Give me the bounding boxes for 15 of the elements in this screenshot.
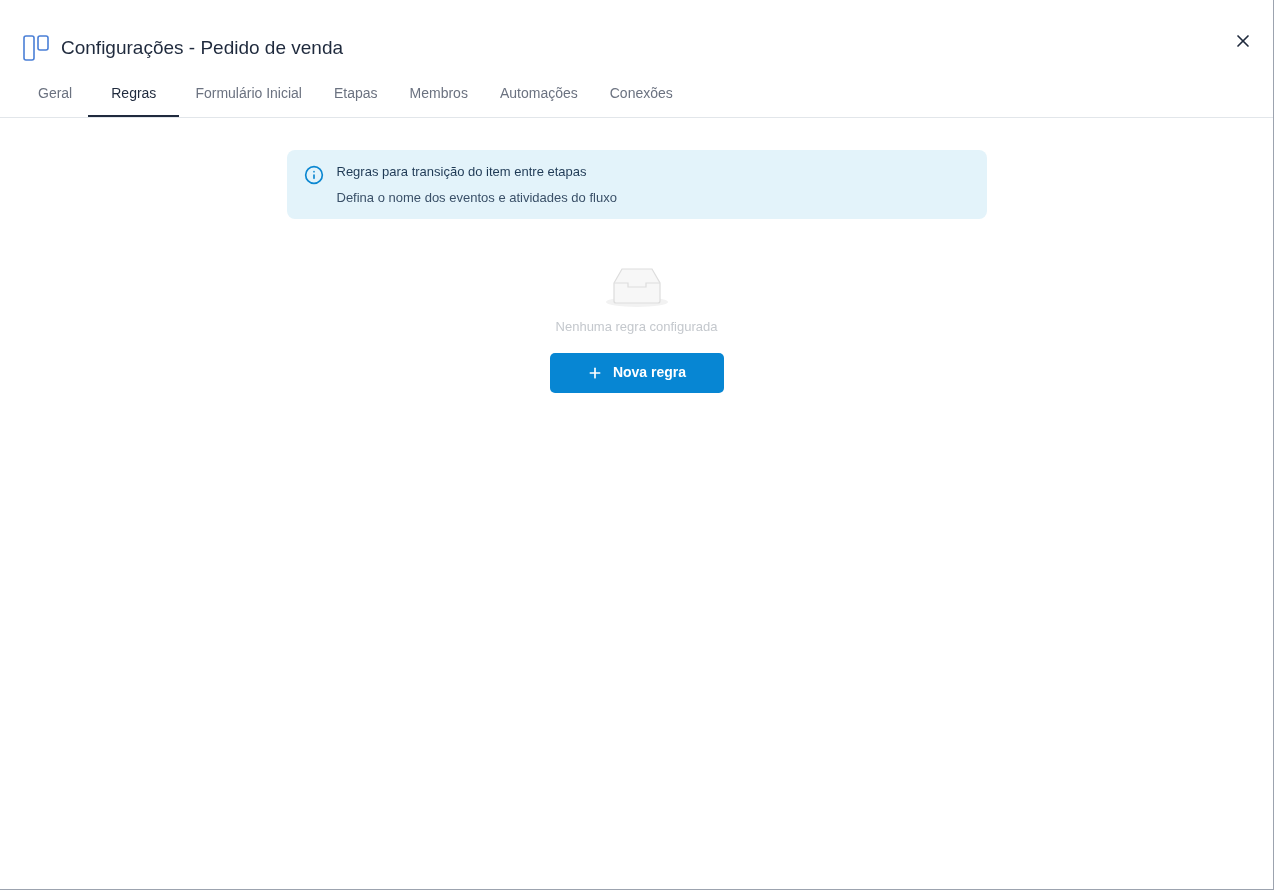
empty-inbox-icon — [603, 267, 670, 309]
board-icon — [23, 35, 49, 61]
banner-title: Regras para transição do item entre etapas — [336, 163, 588, 181]
new-rule-button[interactable]: Nova regra — [549, 352, 724, 393]
banner-description: Defina o nome dos eventos e atividades do fluxo — [336, 188, 617, 207]
info-icon — [303, 165, 324, 185]
tab[interactable]: Regras — [88, 72, 180, 117]
window-title: Configurações - Pedido de venda — [61, 35, 344, 60]
tab[interactable]: Conexões — [593, 72, 689, 117]
tab[interactable]: Automações — [483, 72, 594, 117]
tab[interactable]: Etapas — [317, 72, 394, 117]
tab[interactable]: Formulário Inicial — [179, 72, 318, 117]
empty-message: Nenhuma regra configurada — [555, 318, 718, 336]
tab[interactable]: Geral — [22, 72, 89, 117]
tab[interactable]: Membros — [393, 72, 484, 117]
